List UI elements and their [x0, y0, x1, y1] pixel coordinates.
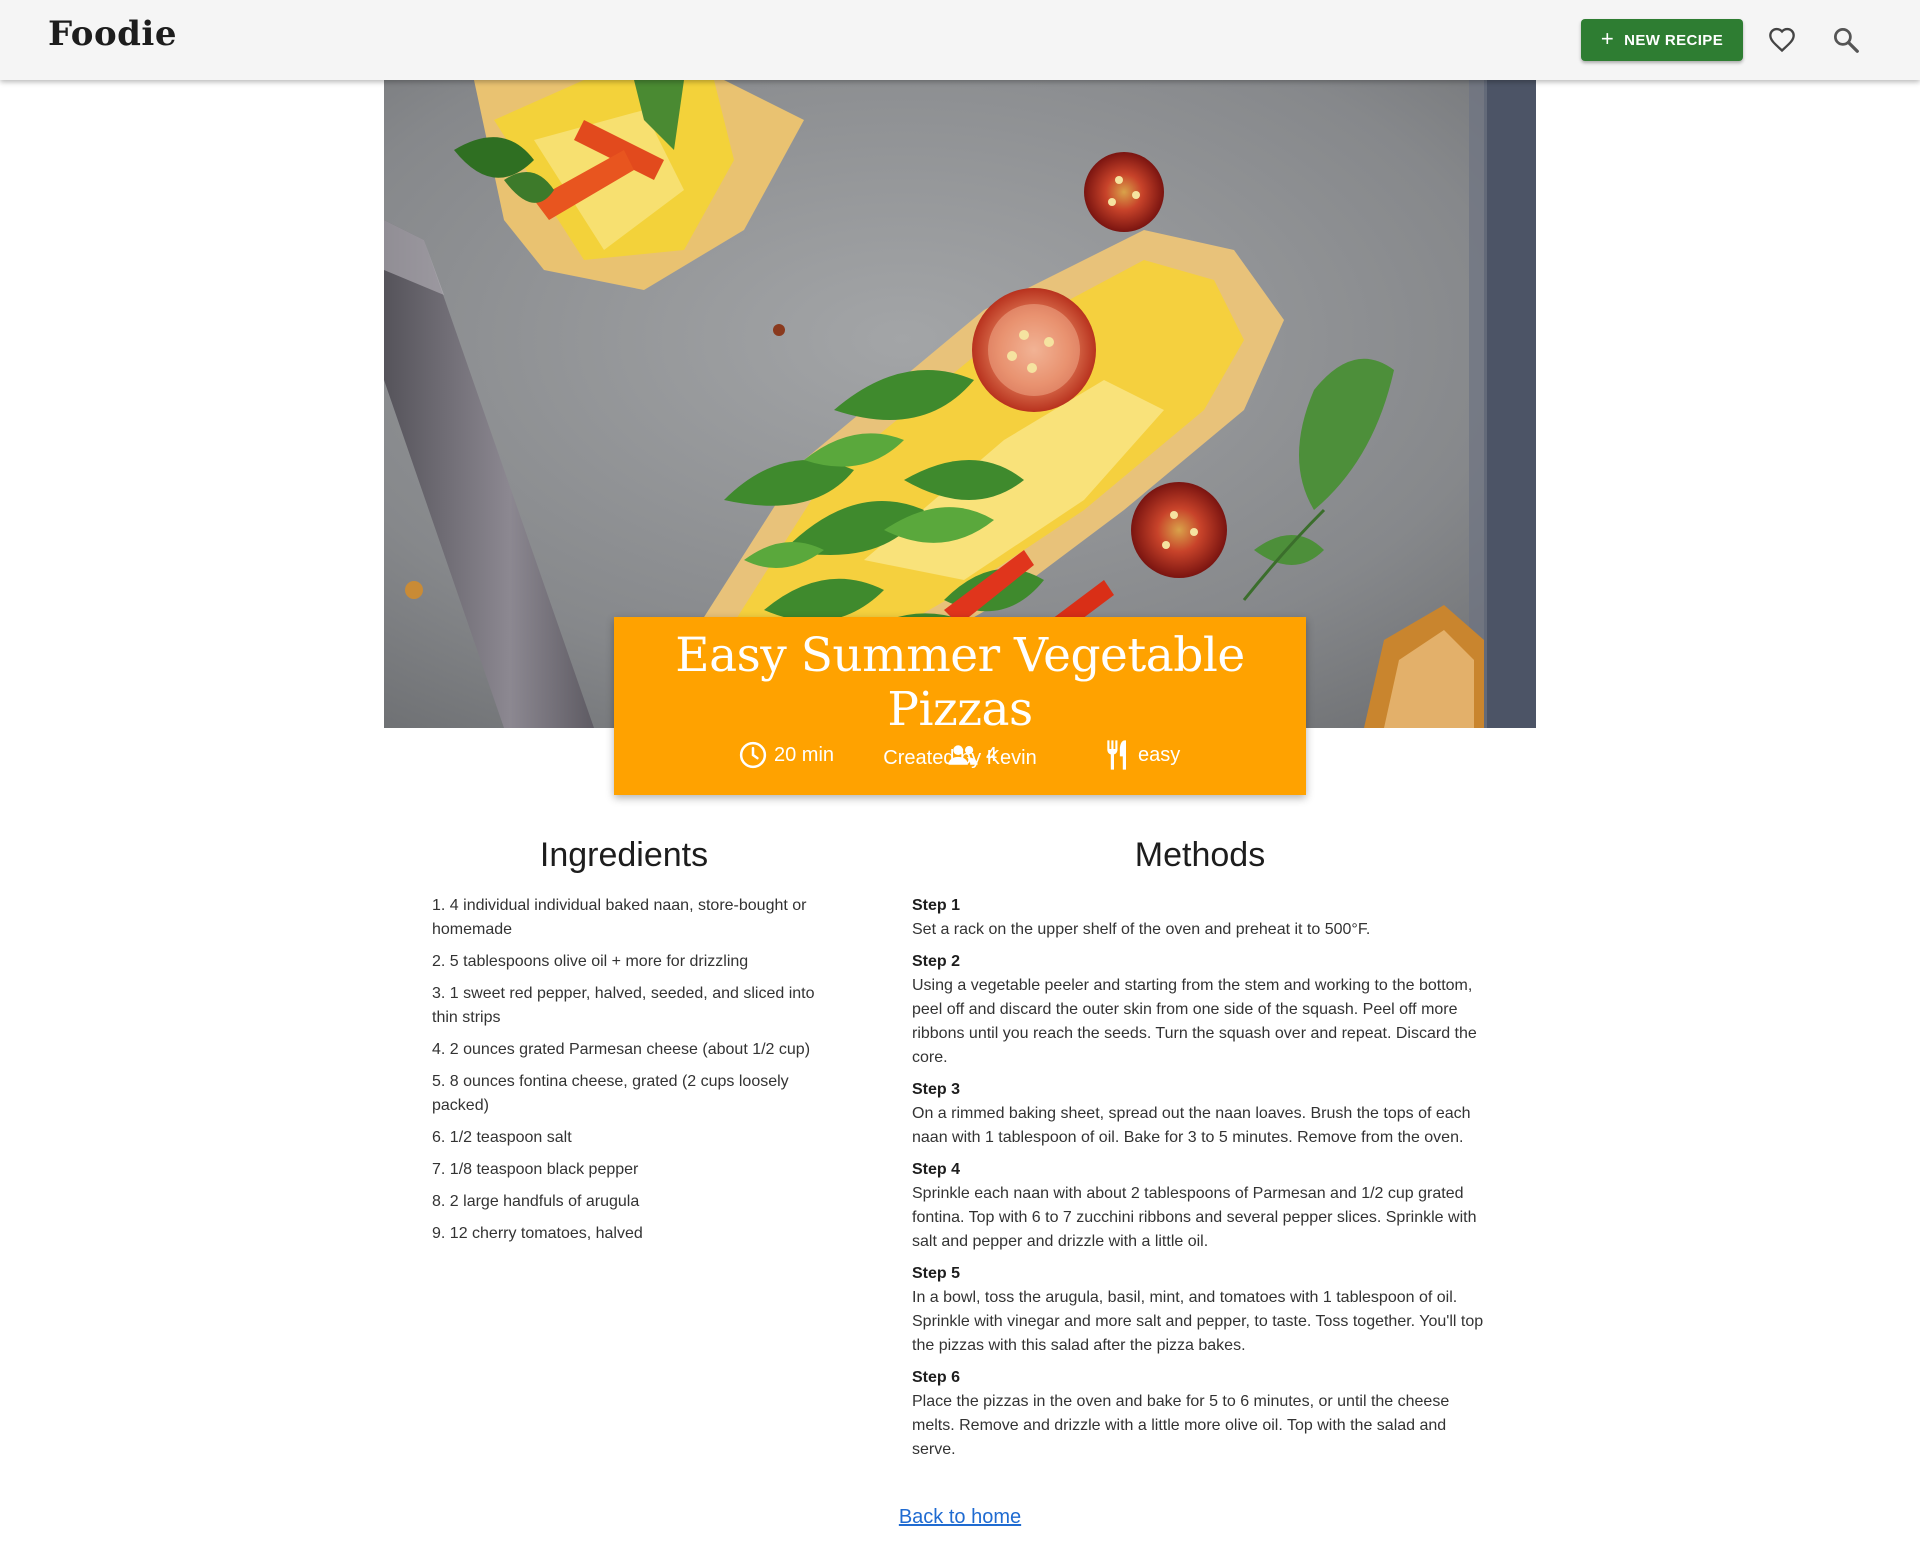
- difficulty-value: easy: [1138, 743, 1181, 766]
- step-text: Using a vegetable peeler and starting fr…: [912, 977, 1477, 1066]
- search-button[interactable]: [1826, 20, 1866, 60]
- step-label: Step 5: [912, 1265, 961, 1282]
- ingredients-list: 1. 4 individual individual baked naan, s…: [432, 894, 816, 1254]
- ingredient-item: 6. 1/2 teaspoon salt: [432, 1129, 572, 1146]
- utensils-icon: [1107, 740, 1126, 770]
- ingredient-item: 9. 12 cherry tomatoes, halved: [432, 1225, 643, 1242]
- app-bar: Foodie + NEW RECIPE: [0, 0, 1920, 80]
- ingredient-item: 1. 4 individual individual baked naan, s…: [432, 897, 807, 938]
- ingredient-item: 4. 2 ounces grated Parmesan cheese (abou…: [432, 1041, 811, 1058]
- method-step: Step 2 Using a vegetable peeler and star…: [912, 950, 1488, 1070]
- recipe-title: Easy Summer Vegetable Pizzas: [675, 628, 1245, 738]
- servings: 4: [946, 735, 997, 775]
- heart-outline-icon: [1769, 27, 1795, 53]
- step-text: Sprinkle each naan with about 2 tablespo…: [912, 1185, 1477, 1250]
- ingredient-item: 2. 5 tablespoons olive oil + more for dr…: [432, 953, 749, 970]
- brand-logo[interactable]: Foodie: [48, 14, 177, 54]
- step-text: Set a rack on the upper shelf of the ove…: [912, 921, 1371, 938]
- step-label: Step 6: [912, 1369, 961, 1386]
- back-link-container: Back to home: [0, 1506, 1920, 1529]
- people-icon: [948, 745, 978, 765]
- recipe-meta-row: 20 min 4 easy: [614, 735, 1306, 775]
- ingredient-item: 8. 2 large handfuls of arugula: [432, 1193, 640, 1210]
- new-recipe-button[interactable]: + NEW RECIPE: [1581, 19, 1743, 61]
- method-step: Step 5 In a bowl, toss the arugula, basi…: [912, 1262, 1488, 1358]
- method-step: Step 3 On a rimmed baking sheet, spread …: [912, 1078, 1488, 1150]
- method-step: Step 6 Place the pizzas in the oven and …: [912, 1366, 1488, 1462]
- step-text: In a bowl, toss the arugula, basil, mint…: [912, 1289, 1484, 1354]
- ingredient-item: 5. 8 ounces fontina cheese, grated (2 cu…: [432, 1073, 789, 1114]
- method-step: Step 1 Set a rack on the upper shelf of …: [912, 894, 1488, 942]
- cook-time-value: 20 min: [774, 743, 835, 766]
- step-text: On a rimmed baking sheet, spread out the…: [912, 1105, 1471, 1146]
- method-step: Step 4 Sprinkle each naan with about 2 t…: [912, 1158, 1488, 1254]
- step-label: Step 3: [912, 1081, 961, 1098]
- ingredient-item: 3. 1 sweet red pepper, halved, seeded, a…: [432, 985, 815, 1026]
- new-recipe-label: NEW RECIPE: [1624, 31, 1724, 49]
- back-to-home-link[interactable]: Back to home: [899, 1506, 1021, 1528]
- clock-icon: [739, 741, 767, 769]
- step-text: Place the pizzas in the oven and bake fo…: [912, 1393, 1450, 1458]
- servings-value: 4: [986, 743, 998, 766]
- plus-icon: +: [1600, 26, 1615, 51]
- difficulty: easy: [1104, 735, 1180, 775]
- step-label: Step 2: [912, 953, 961, 970]
- ingredient-item: 7. 1/8 teaspoon black pepper: [432, 1161, 639, 1178]
- search-icon: [1834, 28, 1859, 53]
- favorites-button[interactable]: [1762, 20, 1802, 60]
- methods-list: Step 1 Set a rack on the upper shelf of …: [912, 894, 1488, 1470]
- recipe-info-card: Easy Summer Vegetable Pizzas Created by …: [614, 617, 1306, 795]
- cook-time: 20 min: [738, 735, 834, 775]
- step-label: Step 1: [912, 897, 961, 914]
- methods-heading: Methods: [1134, 836, 1266, 874]
- step-label: Step 4: [912, 1161, 961, 1178]
- ingredients-heading: Ingredients: [539, 836, 709, 874]
